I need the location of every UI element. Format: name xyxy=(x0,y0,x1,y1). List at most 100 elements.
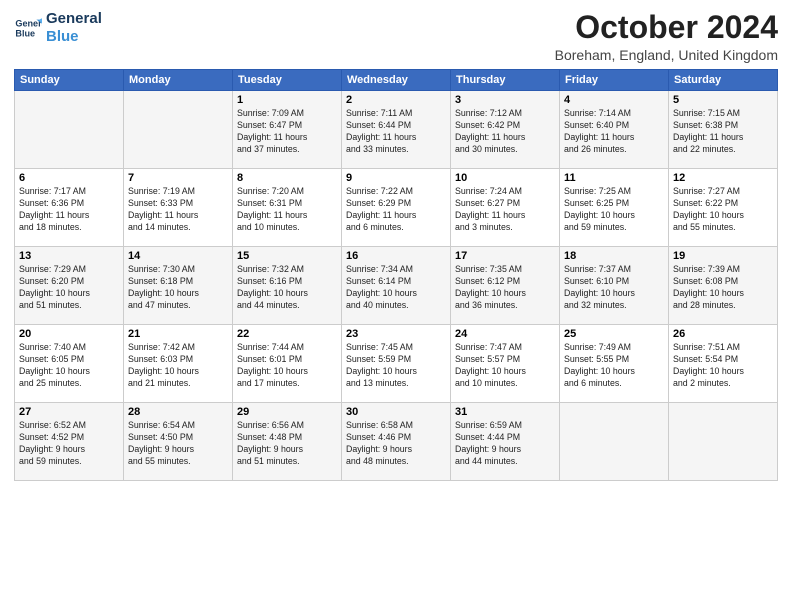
day-number: 24 xyxy=(455,328,555,340)
cell-text-line: and 37 minutes. xyxy=(237,144,337,156)
cell-text-line: and 32 minutes. xyxy=(564,300,664,312)
cell-text-line: Sunrise: 7:15 AM xyxy=(673,108,773,120)
cell-text-line: and 55 minutes. xyxy=(673,222,773,234)
day-number: 28 xyxy=(128,406,228,418)
cell-text-line: Sunset: 6:44 PM xyxy=(346,120,446,132)
cell-text-line: Sunrise: 7:30 AM xyxy=(128,264,228,276)
cell-text-line: Sunrise: 7:20 AM xyxy=(237,186,337,198)
calendar-page: General Blue General Blue October 2024 B… xyxy=(0,0,792,612)
cell-text-line: Daylight: 10 hours xyxy=(673,210,773,222)
day-number: 2 xyxy=(346,94,446,106)
cell-text-line: Sunrise: 7:34 AM xyxy=(346,264,446,276)
day-number: 8 xyxy=(237,172,337,184)
cell-text-line: Sunrise: 7:09 AM xyxy=(237,108,337,120)
cell-text-line: Sunset: 4:44 PM xyxy=(455,432,555,444)
calendar-week-1: 1Sunrise: 7:09 AMSunset: 6:47 PMDaylight… xyxy=(15,91,778,169)
cell-text-line: Daylight: 11 hours xyxy=(564,132,664,144)
col-saturday: Saturday xyxy=(669,70,778,91)
calendar-cell: 10Sunrise: 7:24 AMSunset: 6:27 PMDayligh… xyxy=(451,169,560,247)
month-title: October 2024 xyxy=(555,10,778,45)
cell-text-line: Sunrise: 7:47 AM xyxy=(455,342,555,354)
cell-text-line: Sunrise: 7:19 AM xyxy=(128,186,228,198)
cell-text-line: and 59 minutes. xyxy=(564,222,664,234)
svg-text:Blue: Blue xyxy=(15,28,35,38)
cell-text-line: Daylight: 10 hours xyxy=(455,366,555,378)
cell-text-line: and 36 minutes. xyxy=(455,300,555,312)
day-number: 9 xyxy=(346,172,446,184)
cell-text-line: Sunrise: 7:35 AM xyxy=(455,264,555,276)
calendar-cell: 28Sunrise: 6:54 AMSunset: 4:50 PMDayligh… xyxy=(124,403,233,481)
calendar-week-5: 27Sunrise: 6:52 AMSunset: 4:52 PMDayligh… xyxy=(15,403,778,481)
day-number: 7 xyxy=(128,172,228,184)
cell-text-line: Sunset: 6:08 PM xyxy=(673,276,773,288)
cell-text-line: Sunrise: 7:29 AM xyxy=(19,264,119,276)
cell-text-line: Sunset: 6:42 PM xyxy=(455,120,555,132)
cell-text-line: Sunrise: 7:49 AM xyxy=(564,342,664,354)
calendar-cell xyxy=(669,403,778,481)
day-number: 16 xyxy=(346,250,446,262)
day-number: 13 xyxy=(19,250,119,262)
cell-text-line: and 6 minutes. xyxy=(346,222,446,234)
calendar-cell: 20Sunrise: 7:40 AMSunset: 6:05 PMDayligh… xyxy=(15,325,124,403)
cell-text-line: Sunset: 6:38 PM xyxy=(673,120,773,132)
day-number: 29 xyxy=(237,406,337,418)
cell-text-line: and 26 minutes. xyxy=(564,144,664,156)
calendar-cell xyxy=(15,91,124,169)
day-number: 10 xyxy=(455,172,555,184)
day-number: 20 xyxy=(19,328,119,340)
cell-text-line: Daylight: 10 hours xyxy=(128,366,228,378)
day-number: 31 xyxy=(455,406,555,418)
calendar-cell: 6Sunrise: 7:17 AMSunset: 6:36 PMDaylight… xyxy=(15,169,124,247)
cell-text-line: Daylight: 9 hours xyxy=(455,444,555,456)
logo-general: General xyxy=(46,10,102,28)
day-number: 21 xyxy=(128,328,228,340)
col-thursday: Thursday xyxy=(451,70,560,91)
calendar-cell: 3Sunrise: 7:12 AMSunset: 6:42 PMDaylight… xyxy=(451,91,560,169)
cell-text-line: and 33 minutes. xyxy=(346,144,446,156)
day-number: 12 xyxy=(673,172,773,184)
cell-text-line: and 48 minutes. xyxy=(346,456,446,468)
day-number: 22 xyxy=(237,328,337,340)
day-number: 19 xyxy=(673,250,773,262)
cell-text-line: Sunset: 4:52 PM xyxy=(19,432,119,444)
cell-text-line: Daylight: 10 hours xyxy=(673,366,773,378)
cell-text-line: Daylight: 10 hours xyxy=(237,366,337,378)
calendar-cell: 24Sunrise: 7:47 AMSunset: 5:57 PMDayligh… xyxy=(451,325,560,403)
calendar-cell: 14Sunrise: 7:30 AMSunset: 6:18 PMDayligh… xyxy=(124,247,233,325)
calendar-cell: 23Sunrise: 7:45 AMSunset: 5:59 PMDayligh… xyxy=(342,325,451,403)
cell-text-line: and 40 minutes. xyxy=(346,300,446,312)
calendar-header: Sunday Monday Tuesday Wednesday Thursday… xyxy=(15,70,778,91)
day-number: 26 xyxy=(673,328,773,340)
cell-text-line: Daylight: 10 hours xyxy=(673,288,773,300)
cell-text-line: Sunset: 6:29 PM xyxy=(346,198,446,210)
cell-text-line: Sunrise: 7:24 AM xyxy=(455,186,555,198)
cell-text-line: and 25 minutes. xyxy=(19,378,119,390)
cell-text-line: Daylight: 9 hours xyxy=(346,444,446,456)
cell-text-line: Daylight: 9 hours xyxy=(128,444,228,456)
cell-text-line: Daylight: 9 hours xyxy=(237,444,337,456)
calendar-body: 1Sunrise: 7:09 AMSunset: 6:47 PMDaylight… xyxy=(15,91,778,481)
cell-text-line: and 30 minutes. xyxy=(455,144,555,156)
day-number: 27 xyxy=(19,406,119,418)
calendar-cell: 25Sunrise: 7:49 AMSunset: 5:55 PMDayligh… xyxy=(560,325,669,403)
day-number: 5 xyxy=(673,94,773,106)
calendar-cell: 21Sunrise: 7:42 AMSunset: 6:03 PMDayligh… xyxy=(124,325,233,403)
cell-text-line: Sunset: 5:55 PM xyxy=(564,354,664,366)
calendar-cell: 4Sunrise: 7:14 AMSunset: 6:40 PMDaylight… xyxy=(560,91,669,169)
cell-text-line: Sunrise: 7:42 AM xyxy=(128,342,228,354)
col-tuesday: Tuesday xyxy=(233,70,342,91)
day-number: 30 xyxy=(346,406,446,418)
cell-text-line: Daylight: 10 hours xyxy=(128,288,228,300)
cell-text-line: Sunrise: 7:51 AM xyxy=(673,342,773,354)
cell-text-line: Daylight: 11 hours xyxy=(237,132,337,144)
cell-text-line: Sunset: 6:18 PM xyxy=(128,276,228,288)
day-number: 1 xyxy=(237,94,337,106)
calendar-cell: 17Sunrise: 7:35 AMSunset: 6:12 PMDayligh… xyxy=(451,247,560,325)
cell-text-line: Sunset: 6:16 PM xyxy=(237,276,337,288)
cell-text-line: Daylight: 10 hours xyxy=(564,288,664,300)
cell-text-line: Sunset: 6:10 PM xyxy=(564,276,664,288)
cell-text-line: and 22 minutes. xyxy=(673,144,773,156)
calendar-cell: 13Sunrise: 7:29 AMSunset: 6:20 PMDayligh… xyxy=(15,247,124,325)
cell-text-line: Sunset: 6:25 PM xyxy=(564,198,664,210)
cell-text-line: Sunset: 6:31 PM xyxy=(237,198,337,210)
